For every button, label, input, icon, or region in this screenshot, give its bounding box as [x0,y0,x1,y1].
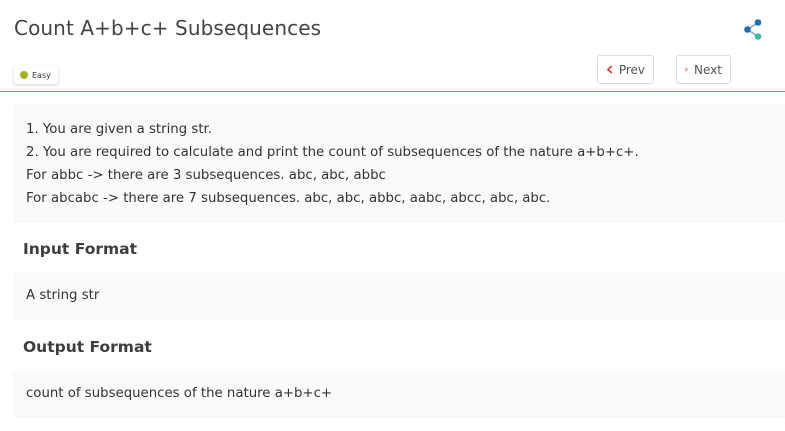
description-line: 1. You are given a string str. [26,122,213,137]
next-button[interactable]: Next [676,55,731,84]
difficulty-dot-icon [20,71,28,79]
difficulty-label: Easy [32,70,51,80]
chevron-left-icon [607,65,613,74]
share-icon [744,19,762,40]
input-format-text: A string str [26,288,100,303]
description-line: For abcabc -> there are 7 subsequences. … [26,191,551,206]
difficulty-badge: Easy [14,66,58,84]
prev-button[interactable]: Prev [597,55,654,84]
description-line: 2. You are required to calculate and pri… [26,145,639,160]
prev-button-label: Prev [618,62,645,77]
problem-header: Count A+b+c+ Subsequences Easy Prev Next [0,0,785,92]
input-format-heading: Input Format [23,240,138,258]
problem-description: 1. You are given a string str. 2. You ar… [14,104,785,220]
output-format-heading: Output Format [23,338,152,356]
page-title: Count A+b+c+ Subsequences [14,16,322,40]
output-format-box: count of subsequences of the nature a+b+… [14,371,785,416]
next-button-label: Next [694,62,722,77]
output-format-text: count of subsequences of the nature a+b+… [26,386,333,401]
chevron-right-icon [685,67,688,72]
share-button[interactable] [742,18,766,42]
description-line: For abbc -> there are 3 subsequences. ab… [26,168,386,183]
input-format-box: A string str [14,273,785,318]
